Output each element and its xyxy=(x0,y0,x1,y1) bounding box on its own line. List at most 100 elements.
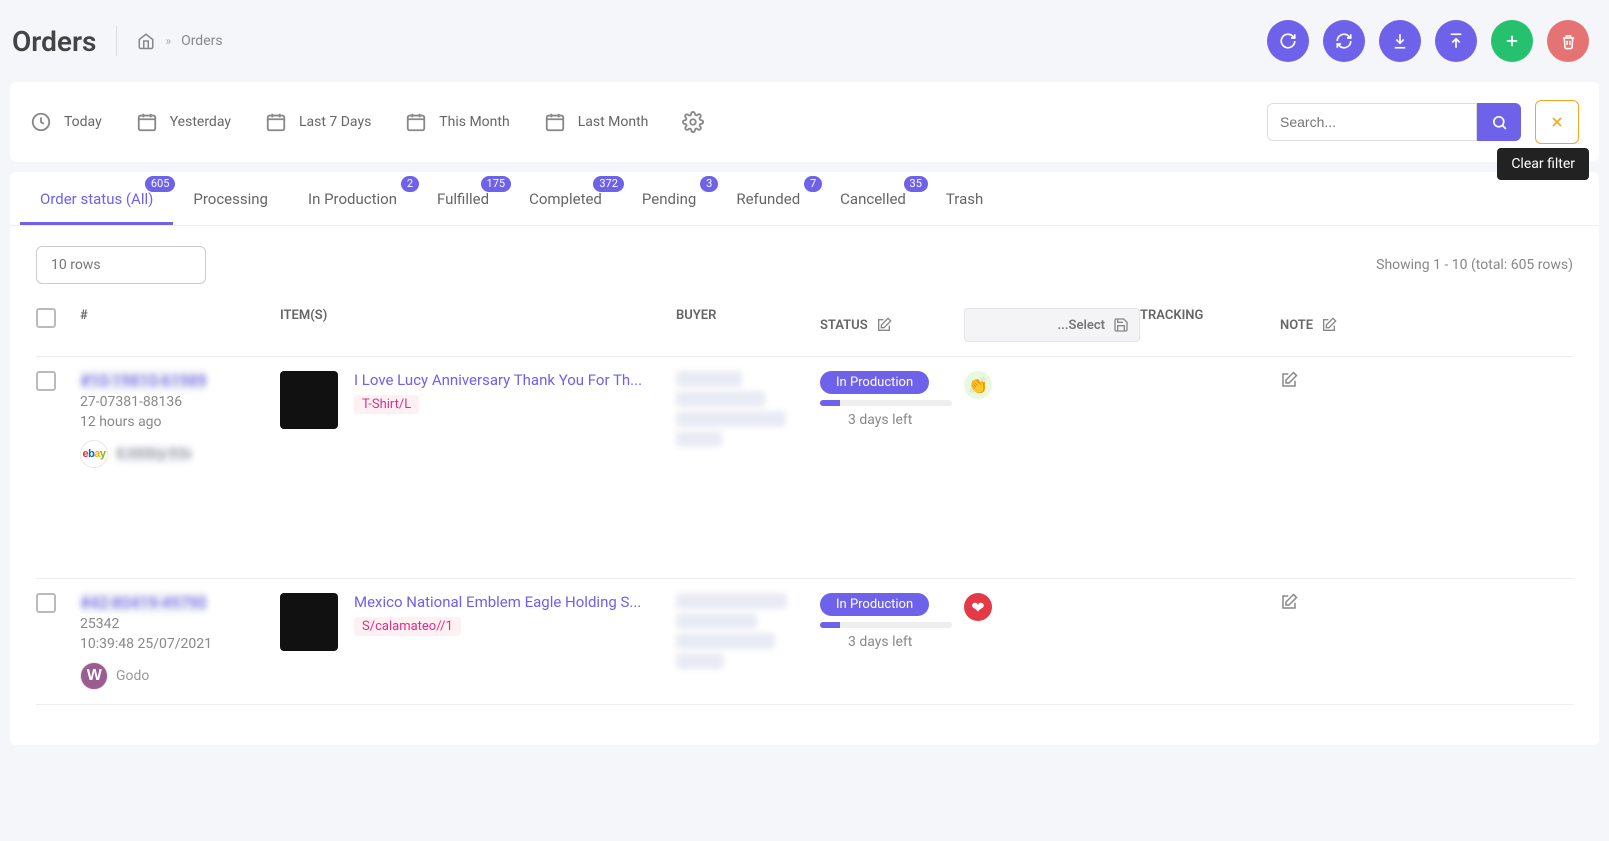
save-icon xyxy=(1113,317,1129,333)
variant-tag: T-Shirt/L xyxy=(354,395,419,414)
order-sub2: 12 hours ago xyxy=(80,414,280,430)
row-checkbox[interactable] xyxy=(36,593,56,613)
woo-logo-icon: W xyxy=(80,662,108,690)
filter-last7[interactable]: Last 7 Days xyxy=(265,111,371,133)
tab-trash-label: Trash xyxy=(946,190,983,208)
breadcrumb: » Orders xyxy=(137,32,222,50)
tab-inprod-label: In Production xyxy=(308,190,397,208)
filter-today[interactable]: Today xyxy=(30,111,102,133)
add-button[interactable] xyxy=(1491,20,1533,62)
col-items: ITEM(S) xyxy=(280,308,676,342)
buyer-line: 88 tintoh road, xyxy=(676,391,765,407)
page-title: Orders xyxy=(12,25,96,58)
tab-refunded-label: Refunded xyxy=(736,190,800,208)
item-title-link[interactable]: I Love Lucy Anniversary Thank You For Th… xyxy=(354,371,642,389)
row-checkbox[interactable] xyxy=(36,371,56,391)
buyer-line: NY - US xyxy=(676,431,722,447)
tab-fulfilled-label: Fulfilled xyxy=(437,190,489,208)
tab-all[interactable]: Order status (All) 605 xyxy=(20,172,173,225)
buyer-line: karlb-2298 xyxy=(676,371,742,387)
status-tabs: Order status (All) 605 Processing In Pro… xyxy=(10,172,1599,226)
tab-completed-label: Completed xyxy=(529,190,602,208)
table-row: #42-80419-49790 25342 10:39:48 25/07/202… xyxy=(36,579,1573,705)
buyer-line: 1376 marina, xyxy=(676,613,757,629)
filter-month-label: This Month xyxy=(439,114,509,130)
rows-per-page-select[interactable]: 10 rows xyxy=(36,246,206,284)
vendor-icon[interactable]: ❤ xyxy=(964,593,992,621)
item-thumbnail[interactable] xyxy=(280,371,338,429)
status-badge: In Production xyxy=(820,593,929,616)
progress-bar xyxy=(820,622,952,628)
col-status-label: STATUS xyxy=(820,318,868,333)
tab-processing-label: Processing xyxy=(193,190,268,208)
filter-settings[interactable] xyxy=(682,111,704,133)
tab-fulfilled-badge: 175 xyxy=(481,176,512,192)
clear-filter-button[interactable] xyxy=(1535,100,1579,144)
tab-cancelled-label: Cancelled xyxy=(840,190,906,208)
filter-today-label: Today xyxy=(64,114,102,130)
sync-button[interactable] xyxy=(1323,20,1365,62)
order-id-link[interactable]: #42-80419-49790 xyxy=(80,593,207,612)
item-title-link[interactable]: Mexico National Emblem Eagle Holding S..… xyxy=(354,593,641,611)
tab-inproduction[interactable]: In Production 2 xyxy=(288,172,417,225)
breadcrumb-separator: » xyxy=(165,34,171,48)
tab-pending-label: Pending xyxy=(642,190,696,208)
table-row: #10-19810-61989 27-07381-88136 12 hours … xyxy=(36,357,1573,579)
note-edit-button[interactable] xyxy=(1280,371,1400,389)
tab-cancelled[interactable]: Cancelled 35 xyxy=(820,172,926,225)
col-select: ...Select xyxy=(964,308,1140,342)
upload-button[interactable] xyxy=(1435,20,1477,62)
filter-last7-label: Last 7 Days xyxy=(299,114,371,130)
buyer-line: christof van avteo xyxy=(676,593,787,609)
order-sub1: 27-07381-88136 xyxy=(80,394,280,410)
col-note-label: NOTE xyxy=(1280,318,1313,333)
search-button[interactable] xyxy=(1477,103,1521,141)
bulk-select-label: ...Select xyxy=(975,318,1105,333)
filter-yesterday[interactable]: Yesterday xyxy=(136,111,231,133)
download-button[interactable] xyxy=(1379,20,1421,62)
vendor-icon[interactable]: 👏 xyxy=(964,371,992,399)
tab-refunded[interactable]: Refunded 7 xyxy=(716,172,820,225)
select-all-checkbox[interactable] xyxy=(36,308,56,328)
col-tracking: TRACKING xyxy=(1140,308,1280,342)
edit-icon[interactable] xyxy=(1321,317,1337,333)
tab-fulfilled[interactable]: Fulfilled 175 xyxy=(417,172,509,225)
tab-all-label: Order status (All) xyxy=(40,190,153,208)
filter-panel: Today Yesterday Last 7 Days This Month L… xyxy=(10,82,1599,162)
source-name: Godo xyxy=(116,668,149,684)
col-note: NOTE xyxy=(1280,308,1400,342)
note-edit-button[interactable] xyxy=(1280,593,1400,611)
tab-cancelled-badge: 35 xyxy=(904,176,928,192)
deadline-text: 3 days left xyxy=(848,634,964,650)
tab-completed[interactable]: Completed 372 xyxy=(509,172,622,225)
filter-yesterday-label: Yesterday xyxy=(170,114,231,130)
showing-text: Showing 1 - 10 (total: 605 rows) xyxy=(1376,257,1573,273)
home-icon[interactable] xyxy=(137,32,155,50)
filter-lastmonth-label: Last Month xyxy=(578,114,649,130)
filter-last-month[interactable]: Last Month xyxy=(544,111,649,133)
buyer-line: kuilsrivier, 7580, xyxy=(676,633,775,649)
order-id-link[interactable]: #10-19810-61989 xyxy=(80,371,207,390)
tab-pending[interactable]: Pending 3 xyxy=(622,172,716,225)
breadcrumb-current: Orders xyxy=(181,33,223,49)
ebay-logo-icon: ebay xyxy=(80,440,108,468)
delete-button[interactable] xyxy=(1547,20,1589,62)
edit-icon[interactable] xyxy=(876,317,892,333)
order-sub1: 25342 xyxy=(80,616,280,632)
tab-all-badge: 605 xyxy=(145,176,176,192)
progress-bar xyxy=(820,400,952,406)
item-thumbnail[interactable] xyxy=(280,593,338,651)
search-input[interactable] xyxy=(1267,103,1477,141)
refresh-button[interactable] xyxy=(1267,20,1309,62)
buyer-line: CH - ZA xyxy=(676,653,724,669)
clear-filter-tooltip: Clear filter xyxy=(1497,148,1589,180)
order-sub2: 10:39:48 25/07/2021 xyxy=(80,636,280,652)
bulk-select[interactable]: ...Select xyxy=(964,308,1140,342)
tab-processing[interactable]: Processing xyxy=(173,172,288,225)
filter-this-month[interactable]: This Month xyxy=(405,111,509,133)
tab-completed-badge: 372 xyxy=(593,176,624,192)
deadline-text: 3 days left xyxy=(848,412,964,428)
status-badge: In Production xyxy=(820,371,929,394)
tab-trash[interactable]: Trash xyxy=(926,172,1003,225)
buyer-line: Henry Falls, 6436, xyxy=(676,411,786,427)
